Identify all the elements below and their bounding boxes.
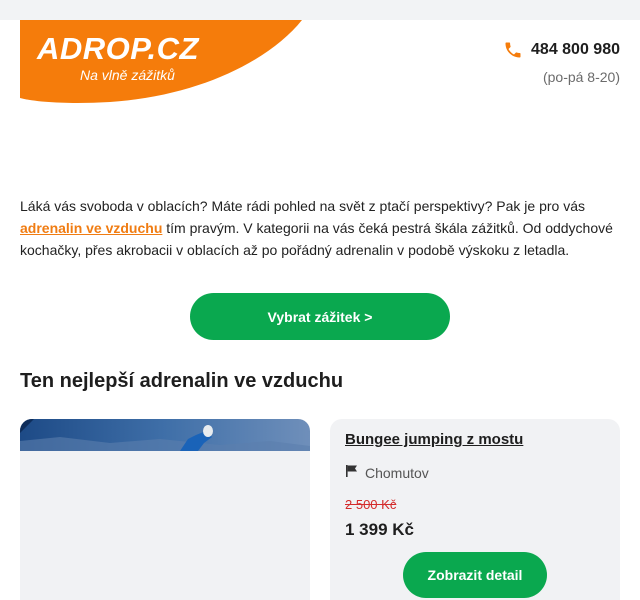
bungee-photo <box>20 419 310 600</box>
phone-number: 484 800 980 <box>531 41 620 58</box>
section-title: Ten nejlepší adrenalin ve vzduchu <box>20 370 344 392</box>
card-title[interactable]: Bungee jumping z mostu <box>345 431 523 448</box>
email-page: ADROP.CZ Na vlně zážitků 484 800 980 (po… <box>0 20 640 600</box>
intro-paragraph: Láká vás svoboda v oblacích? Máte rádi p… <box>20 195 620 261</box>
phone-row[interactable]: 484 800 980 <box>503 40 620 60</box>
choose-experience-button[interactable]: Vybrat zážitek > <box>190 293 450 340</box>
category-link[interactable]: adrenalin ve vzduchu <box>20 220 162 236</box>
card-location: Chomutov <box>345 464 429 481</box>
phone-icon <box>503 40 523 60</box>
phone-hours: (po-pá 8-20) <box>542 69 620 85</box>
old-price: 2 500 Kč <box>345 497 397 512</box>
new-price: 1 399 Kč <box>345 520 414 539</box>
show-detail-button[interactable]: Zobrazit detail <box>403 552 547 598</box>
experience-card: Bungee jumping z mostu Chomutov 2 500 Kč… <box>330 419 620 600</box>
contact-info: 484 800 980 (po-pá 8-20) <box>503 40 620 85</box>
logo-text: ADROP.CZ <box>37 31 199 66</box>
flag-icon <box>345 464 359 481</box>
experience-image[interactable] <box>20 419 310 600</box>
logo-tagline: Na vlně zážitků <box>80 67 175 83</box>
logo[interactable]: ADROP.CZ Na vlně zážitků <box>20 20 305 104</box>
location-text: Chomutov <box>365 464 429 481</box>
intro-text-before: Láká vás svoboda v oblacích? Máte rádi p… <box>20 198 585 214</box>
